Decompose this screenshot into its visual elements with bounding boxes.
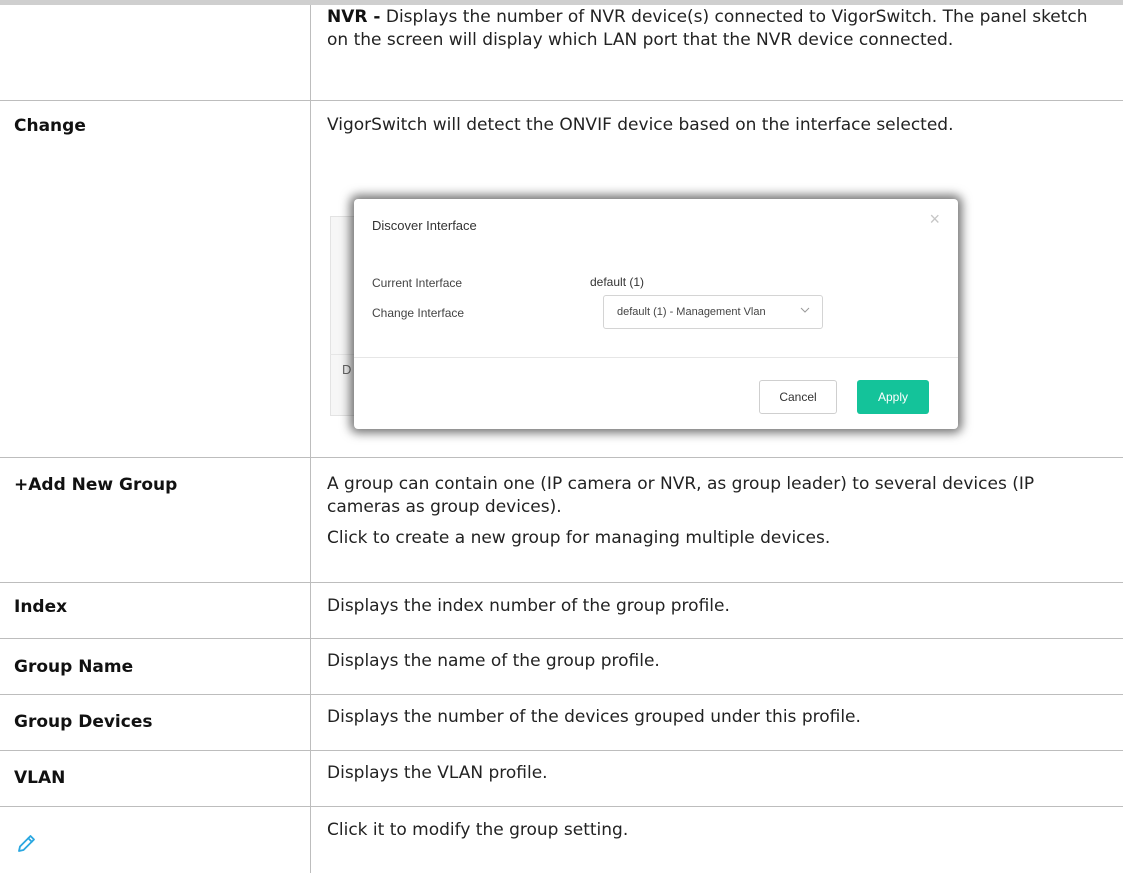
close-icon[interactable]: × [929, 209, 940, 230]
change-interface-select[interactable]: default (1) - Management Vlan [603, 295, 823, 329]
apply-button[interactable]: Apply [857, 380, 929, 414]
add-new-group-term: +Add New Group [14, 475, 178, 495]
row-divider [0, 582, 1123, 583]
row-divider [0, 694, 1123, 695]
column-divider [310, 5, 311, 873]
chevron-down-icon [800, 307, 810, 313]
nvr-description: NVR - Displays the number of NVR device(… [327, 6, 1107, 52]
dialog-title: Discover Interface [372, 218, 477, 233]
add-new-group-desc-2: Click to create a new group for managing… [327, 528, 831, 548]
change-description: VigorSwitch will detect the ONVIF device… [327, 115, 954, 135]
background-fragment: D [342, 362, 352, 377]
top-rule [0, 0, 1123, 5]
group-devices-description: Displays the number of the devices group… [327, 707, 861, 727]
current-interface-label: Current Interface [372, 276, 463, 290]
index-description: Displays the index number of the group p… [327, 596, 730, 616]
pencil-icon [18, 835, 35, 852]
group-devices-term: Group Devices [14, 712, 153, 732]
nvr-term: NVR - [327, 7, 381, 27]
add-new-group-desc-1: A group can contain one (IP camera or NV… [327, 474, 1035, 517]
group-name-term: Group Name [14, 657, 134, 677]
nvr-text: Displays the number of NVR device(s) con… [327, 7, 1088, 50]
vlan-term: VLAN [14, 768, 66, 788]
discover-interface-dialog: Discover Interface × Current Interface d… [354, 199, 958, 429]
group-name-description: Displays the name of the group profile. [327, 651, 660, 671]
row-divider [0, 100, 1123, 101]
change-interface-label: Change Interface [372, 306, 465, 320]
row-divider [0, 806, 1123, 807]
discover-interface-screenshot: D Discover Interface × Current Interface… [330, 196, 958, 432]
vlan-description: Displays the VLAN profile. [327, 763, 548, 783]
add-new-group-description: A group can contain one (IP camera or NV… [327, 473, 1107, 550]
edit-description: Click it to modify the group setting. [327, 820, 629, 840]
change-term: Change [14, 116, 86, 136]
cancel-button[interactable]: Cancel [759, 380, 837, 414]
row-divider [0, 457, 1123, 458]
change-interface-select-value: default (1) - Management Vlan [617, 306, 766, 318]
index-term: Index [14, 597, 68, 617]
current-interface-value: default (1) [590, 275, 645, 289]
row-divider [0, 750, 1123, 751]
row-divider [0, 638, 1123, 639]
dialog-footer-divider [354, 357, 958, 358]
